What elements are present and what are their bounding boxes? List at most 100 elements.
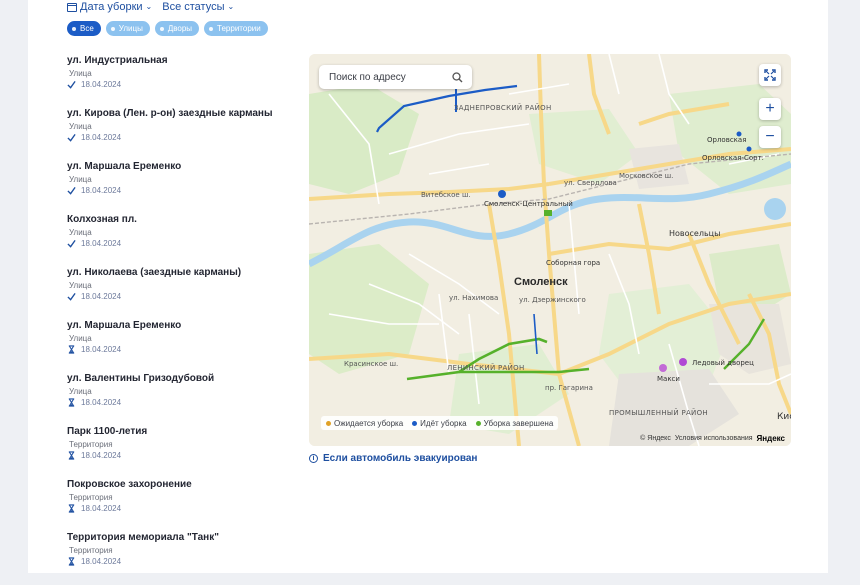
evacuation-link[interactable]: i Если автомобиль эвакуирован bbox=[309, 453, 477, 464]
map-place-label: Ледовый дворец bbox=[692, 359, 754, 367]
hourglass-icon bbox=[68, 504, 75, 513]
map-street-label: ул. Нахимова bbox=[449, 294, 499, 302]
item-name: Покровское захоронение bbox=[67, 479, 192, 490]
chip-streets[interactable]: Улицы bbox=[105, 21, 150, 36]
item-date: 18.04.2024 bbox=[81, 451, 122, 460]
zoom-out-button[interactable]: − bbox=[759, 126, 781, 148]
zoom-in-button[interactable]: + bbox=[759, 98, 781, 120]
chip-dot-icon bbox=[110, 26, 115, 31]
item-date: 18.04.2024 bbox=[81, 557, 122, 566]
chip-territories[interactable]: Территории bbox=[204, 21, 268, 36]
item-name: ул. Маршала Еременко bbox=[67, 161, 182, 172]
chip-label: Улицы bbox=[118, 24, 143, 33]
map-place-label: Смоленск-Центральный bbox=[484, 200, 573, 208]
map-street-label: Красинское ш. bbox=[344, 360, 399, 368]
item-type: Территория bbox=[69, 440, 113, 449]
check-icon bbox=[67, 186, 76, 195]
list-item[interactable]: ул. Индустриальная Улица 18.04.2024 bbox=[67, 55, 307, 108]
cleaning-list: ул. Индустриальная Улица 18.04.2024 ул. … bbox=[67, 55, 307, 585]
item-name: ул. Николаева (заездные карманы) bbox=[67, 267, 242, 278]
item-date: 18.04.2024 bbox=[81, 398, 122, 407]
list-item[interactable]: Территория мемориала "Танк" Территория 1… bbox=[67, 532, 307, 585]
map-street-label: пр. Гагарина bbox=[545, 384, 593, 392]
item-type: Территория bbox=[69, 493, 113, 502]
item-type: Улица bbox=[69, 228, 92, 237]
filters-bar: Дата уборки ⌄ Все статусы ⌄ bbox=[67, 0, 234, 14]
item-name: Территория мемориала "Танк" bbox=[67, 532, 219, 543]
item-name: Парк 1100-летия bbox=[67, 426, 148, 437]
city-map[interactable]: ЗАДНЕПРОВСКИЙ РАЙОН ЛЕНИНСКИЙ РАЙОН ПРОМ… bbox=[309, 54, 791, 446]
terms-link[interactable]: Условия использования bbox=[675, 435, 753, 442]
map-street-label: ул. Свердлова bbox=[564, 179, 617, 187]
page-container: Дата уборки ⌄ Все статусы ⌄ Все Улицы Дв… bbox=[28, 0, 828, 573]
chip-label: Дворы bbox=[167, 24, 193, 33]
list-item[interactable]: ул. Маршала Еременко Улица 18.04.2024 bbox=[67, 320, 307, 373]
item-date: 18.04.2024 bbox=[81, 345, 122, 354]
list-item[interactable]: Парк 1100-летия Территория 18.04.2024 bbox=[67, 426, 307, 479]
item-name: ул. Валентины Гризодубовой bbox=[67, 373, 215, 384]
chevron-down-icon: ⌄ bbox=[227, 1, 235, 11]
list-item[interactable]: ул. Маршала Еременко Улица 18.04.2024 bbox=[67, 161, 307, 214]
date-filter-dropdown[interactable]: Дата уборки ⌄ bbox=[67, 1, 152, 13]
legend-label: Уборка завершена bbox=[483, 418, 554, 428]
type-chips: Все Улицы Дворы Территории bbox=[67, 21, 268, 36]
legend-dot-icon bbox=[412, 420, 418, 426]
item-date: 18.04.2024 bbox=[81, 239, 122, 248]
item-type: Улица bbox=[69, 281, 92, 290]
calendar-icon bbox=[67, 2, 77, 12]
copyright-text: © Яндекс bbox=[640, 435, 671, 442]
map-street-label: Витебское ш. bbox=[421, 191, 471, 199]
chip-dot-icon bbox=[209, 26, 214, 31]
search-icon bbox=[452, 71, 463, 82]
chip-yards[interactable]: Дворы bbox=[154, 21, 200, 36]
item-date: 18.04.2024 bbox=[81, 504, 122, 513]
legend-label: Идёт уборка bbox=[420, 418, 467, 428]
list-item[interactable]: ул. Кирова (Лен. р-он) заездные карманы … bbox=[67, 108, 307, 161]
list-item[interactable]: ул. Валентины Гризодубовой Улица 18.04.2… bbox=[67, 373, 307, 426]
chip-label: Все bbox=[80, 24, 94, 33]
hourglass-icon bbox=[68, 345, 75, 354]
info-icon: i bbox=[309, 454, 318, 463]
search-placeholder: Поиск по адресу bbox=[329, 71, 406, 83]
item-date: 18.04.2024 bbox=[81, 292, 122, 301]
map-legend: Ожидается уборка Идёт уборка Уборка заве… bbox=[321, 416, 559, 430]
check-icon bbox=[67, 133, 76, 142]
map-place-label: Орловская bbox=[707, 136, 747, 144]
hourglass-icon bbox=[68, 557, 75, 566]
legend-dot-icon bbox=[326, 420, 331, 426]
check-icon bbox=[67, 80, 76, 89]
list-item[interactable]: Покровское захоронение Территория 18.04.… bbox=[67, 479, 307, 532]
evacuation-link-label: Если автомобиль эвакуирован bbox=[323, 453, 478, 464]
legend-item: Идёт уборка bbox=[412, 418, 467, 428]
legend-label: Ожидается уборка bbox=[334, 418, 404, 428]
item-date: 18.04.2024 bbox=[81, 80, 122, 89]
hourglass-icon bbox=[68, 398, 75, 407]
item-type: Улица bbox=[69, 122, 92, 131]
item-type: Улица bbox=[69, 69, 92, 78]
map-copyright: © Яндекс Условия использования Яндекс bbox=[640, 434, 785, 443]
chip-all[interactable]: Все bbox=[67, 21, 101, 36]
item-date: 18.04.2024 bbox=[81, 133, 122, 142]
map-place-label: Новосельцы bbox=[669, 229, 721, 238]
item-name: Колхозная пл. bbox=[67, 214, 137, 225]
expand-icon bbox=[764, 69, 776, 81]
yandex-logo: Яндекс bbox=[756, 434, 785, 443]
map-street-label: ул. Дзержинского bbox=[519, 296, 586, 304]
chevron-down-icon: ⌄ bbox=[145, 1, 153, 11]
list-item[interactable]: Колхозная пл. Улица 18.04.2024 bbox=[67, 214, 307, 267]
status-filter-dropdown[interactable]: Все статусы ⌄ bbox=[162, 1, 234, 13]
map-place-label: Соборная гора bbox=[546, 259, 601, 267]
minus-icon: − bbox=[765, 128, 775, 145]
map-search-input[interactable]: Поиск по адресу bbox=[319, 65, 472, 89]
list-item[interactable]: ул. Николаева (заездные карманы) Улица 1… bbox=[67, 267, 307, 320]
item-date: 18.04.2024 bbox=[81, 186, 122, 195]
map-place-label: Орловская-Сорт. bbox=[702, 154, 764, 162]
fullscreen-button[interactable] bbox=[759, 64, 781, 86]
item-type: Территория bbox=[69, 546, 113, 555]
map-city-label: Смоленск bbox=[514, 276, 568, 288]
legend-item: Уборка завершена bbox=[475, 418, 554, 428]
check-icon bbox=[67, 239, 76, 248]
chip-label: Территории bbox=[217, 24, 261, 33]
item-name: ул. Кирова (Лен. р-он) заездные карманы bbox=[67, 108, 273, 119]
item-type: Улица bbox=[69, 387, 92, 396]
